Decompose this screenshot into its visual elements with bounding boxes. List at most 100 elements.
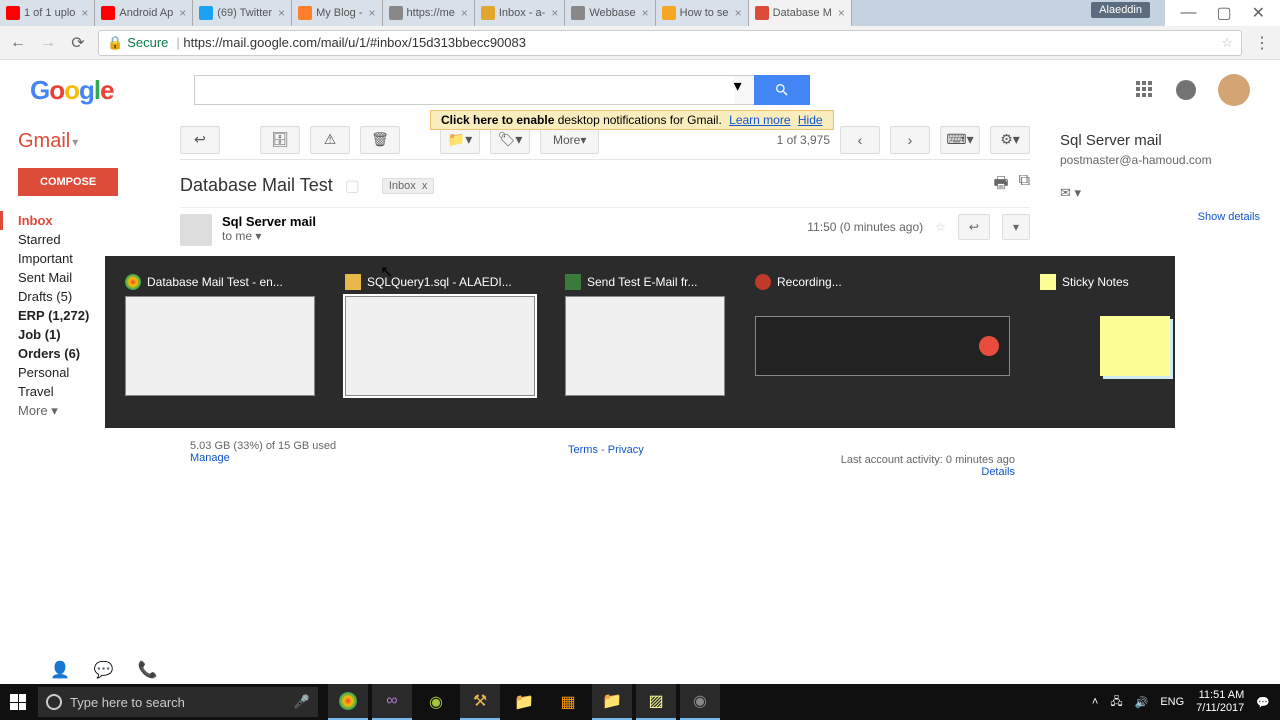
taskbar-recorder[interactable]: ◉ — [680, 684, 720, 720]
taskbar-sublime[interactable]: ▦ — [548, 684, 588, 720]
hide-link[interactable]: Hide — [798, 113, 823, 127]
page-icon — [571, 6, 585, 20]
close-icon[interactable]: × — [369, 6, 376, 20]
back-button[interactable]: ← — [8, 33, 28, 53]
gmail-icon — [755, 6, 769, 20]
tray-chevron-icon[interactable]: ˄ — [1092, 696, 1098, 708]
alttab-thumb — [565, 296, 725, 396]
address-field[interactable]: 🔒 Secure | https://mail.google.com/mail/… — [98, 30, 1242, 56]
action-center-icon[interactable]: 💬 — [1256, 696, 1270, 709]
taskbar-chrome[interactable] — [328, 684, 368, 720]
clock[interactable]: 11:51 AM 7/11/2017 — [1196, 689, 1244, 715]
contact-email: postmaster@a-hamoud.com — [1060, 153, 1260, 167]
close-icon[interactable]: × — [642, 6, 649, 20]
person-icon[interactable]: 👤 — [50, 660, 70, 680]
close-icon[interactable]: × — [461, 6, 468, 20]
folder-icon: 📁 — [602, 691, 622, 711]
taskbar-explorer2[interactable]: 📁 — [592, 684, 632, 720]
gmail-brand[interactable]: Gmail ▾ — [18, 130, 180, 153]
minimize-icon[interactable]: — — [1180, 4, 1196, 22]
print-icon[interactable]: 🖶 — [993, 172, 1008, 199]
lang-indicator[interactable]: ENG — [1160, 696, 1184, 708]
apps-icon[interactable] — [1136, 81, 1154, 99]
spam-button[interactable]: ⚠ — [310, 126, 350, 154]
learn-more-link[interactable]: Learn more — [729, 113, 790, 127]
browser-tab[interactable]: My Blog -× — [292, 0, 382, 26]
browser-tab[interactable]: Inbox - a-× — [475, 0, 565, 26]
inbox-tag[interactable]: Inbox x — [382, 178, 435, 194]
browser-tab[interactable]: Android Ap× — [95, 0, 193, 26]
folder-inbox[interactable]: Inbox — [0, 211, 180, 230]
avatar[interactable] — [1218, 74, 1250, 106]
close-icon[interactable]: × — [838, 6, 845, 20]
notifications-icon[interactable] — [1176, 80, 1196, 100]
network-icon[interactable]: 🖧 — [1110, 693, 1122, 712]
browser-tab[interactable]: How to se× — [656, 0, 749, 26]
tab-label: https://me — [407, 7, 455, 19]
search-input[interactable] — [194, 75, 734, 105]
desktop-notification-bar: Click here to enable desktop notificatio… — [430, 110, 834, 130]
to-line[interactable]: to me ▾ — [222, 229, 316, 243]
hangouts-icon[interactable]: 💬 — [94, 660, 114, 680]
alttab-window[interactable]: Database Mail Test - en... — [125, 274, 315, 410]
close-icon[interactable]: × — [551, 6, 558, 20]
mic-icon[interactable]: 🎤 — [294, 694, 310, 710]
start-button[interactable] — [0, 684, 36, 720]
compose-button[interactable]: COMPOSE — [18, 168, 118, 196]
chrome-user-badge[interactable]: Alaeddin — [1091, 2, 1150, 18]
importance-marker[interactable]: ▢ — [345, 176, 360, 196]
input-tools-button[interactable]: ⌨▾ — [940, 126, 980, 154]
privacy-link[interactable]: Privacy — [608, 444, 644, 456]
search-dropdown[interactable]: ▾ — [734, 75, 754, 105]
search-button[interactable] — [754, 75, 810, 105]
close-icon[interactable]: ✕ — [1252, 3, 1265, 23]
cortana-search[interactable]: Type here to search 🎤 — [38, 687, 318, 717]
prev-button[interactable]: ‹ — [840, 126, 880, 154]
alttab-window[interactable]: Sticky Notes — [1040, 274, 1180, 410]
alttab-window-selected[interactable]: SQLQuery1.sql - ALAEDI... — [345, 274, 535, 410]
browser-tab[interactable]: https://me × — [383, 0, 475, 26]
taskbar-vs[interactable]: ∞ — [372, 684, 412, 720]
taskbar-sticky[interactable]: ▨ — [636, 684, 676, 720]
forward-button[interactable]: → — [38, 33, 58, 53]
close-icon[interactable]: × — [278, 6, 285, 20]
popout-icon[interactable]: ⧉ — [1019, 172, 1030, 199]
phone-icon[interactable]: 📞 — [138, 660, 158, 680]
browser-tab-active[interactable]: Database M× — [749, 0, 852, 26]
star-icon[interactable]: ☆ — [1221, 35, 1233, 51]
browser-tab[interactable]: Webbase× — [565, 0, 655, 26]
browser-tab[interactable]: (69) Twitter× — [193, 0, 292, 26]
close-icon[interactable]: × — [735, 6, 742, 20]
folder-starred[interactable]: Starred — [18, 230, 180, 249]
taskbar-explorer[interactable]: 📁 — [504, 684, 544, 720]
next-button[interactable]: › — [890, 126, 930, 154]
details-link[interactable]: Details — [981, 466, 1015, 478]
reply-button[interactable]: ↩ — [958, 214, 990, 240]
mail-icon[interactable]: ✉ ▾ — [1060, 185, 1260, 201]
reply-menu[interactable]: ▾ — [1002, 214, 1030, 240]
search-placeholder: Type here to search — [70, 695, 185, 710]
settings-button[interactable]: ⚙▾ — [990, 126, 1030, 154]
sticky-icon: ▨ — [648, 691, 663, 711]
reload-button[interactable]: ⟳ — [68, 33, 88, 53]
archive-button[interactable]: 🗄 — [260, 126, 300, 154]
maximize-icon[interactable]: ▢ — [1216, 3, 1231, 23]
back-to-inbox-button[interactable]: ↩ — [180, 126, 220, 154]
delete-button[interactable]: 🗑 — [360, 126, 400, 154]
menu-icon[interactable]: ⋮ — [1252, 33, 1272, 53]
alttab-thumb — [1040, 296, 1230, 396]
close-icon[interactable]: × — [81, 6, 88, 20]
star-icon[interactable]: ☆ — [935, 220, 946, 234]
close-icon[interactable]: × — [179, 6, 186, 20]
gmail-icon — [481, 6, 495, 20]
alttab-window[interactable]: Recording... — [755, 274, 1010, 410]
show-details-link[interactable]: Show details — [1198, 211, 1260, 223]
volume-icon[interactable]: 🔊 — [1135, 696, 1149, 709]
browser-tab[interactable]: 1 of 1 uplo× — [0, 0, 95, 26]
manage-link[interactable]: Manage — [190, 452, 230, 464]
window-controls: — ▢ ✕ — [1165, 0, 1280, 26]
taskbar-androidstudio[interactable]: ◉ — [416, 684, 456, 720]
taskbar-ssms[interactable]: ⚒ — [460, 684, 500, 720]
terms-link[interactable]: Terms — [568, 444, 598, 456]
alttab-window[interactable]: Send Test E-Mail fr... — [565, 274, 725, 410]
